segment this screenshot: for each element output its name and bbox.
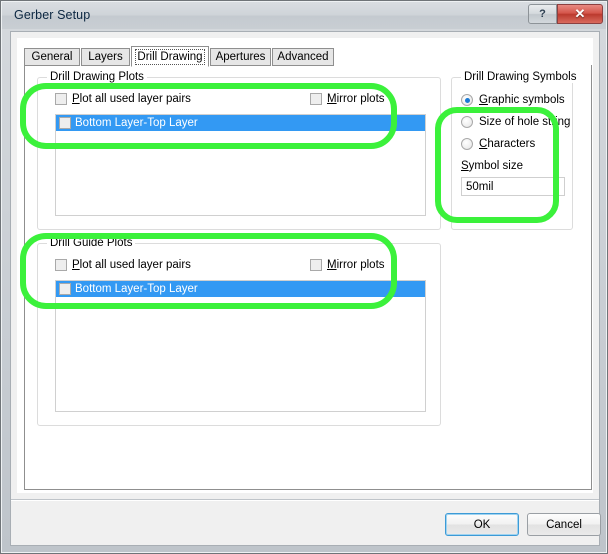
group-drill-guide-plots: Drill Guide Plots Plot all used layer pa…	[37, 237, 441, 426]
checkbox-mirror-plots-drawing[interactable]: Mirror plots	[310, 93, 385, 105]
tab-label: General	[31, 51, 73, 63]
window-title: Gerber Setup	[14, 8, 91, 22]
checkbox-label: Mirror plots	[327, 93, 385, 105]
radio-dot-icon[interactable]	[461, 94, 473, 106]
input-symbol-size[interactable]: 50mil	[461, 177, 565, 196]
group-label-drill-guide-plots: Drill Guide Plots	[47, 237, 136, 249]
checkbox-plot-all-used-layer-pairs-drawing[interactable]: Plot all used layer pairs	[55, 93, 191, 105]
tab-label: Advanced	[277, 51, 329, 63]
dialog-client-area: General Layers Drill Drawing Apertures A…	[10, 31, 601, 546]
group-drill-drawing-plots: Drill Drawing Plots Plot all used layer …	[37, 71, 441, 230]
tab-label: Layers	[88, 51, 123, 63]
checkbox-box[interactable]	[55, 93, 67, 105]
checkbox-mirror-plots-guide[interactable]: Mirror plots	[310, 259, 385, 271]
dialog-window: Gerber Setup ? ✕ General Layers Drill Dr…	[0, 0, 608, 554]
label-symbol-size: Symbol size	[461, 160, 523, 172]
tab-layers[interactable]: Layers	[81, 48, 130, 66]
radio-size-of-hole-string[interactable]: Size of hole string	[461, 116, 570, 128]
dialog-body: General Layers Drill Drawing Apertures A…	[17, 38, 593, 493]
ok-button[interactable]: OK	[445, 513, 519, 536]
listbox-drill-drawing-plots[interactable]: Bottom Layer-Top Layer	[55, 114, 426, 216]
listbox-drill-guide-plots[interactable]: Bottom Layer-Top Layer	[55, 280, 426, 412]
tab-label: Drill Drawing	[135, 48, 205, 65]
cancel-button[interactable]: Cancel	[527, 513, 601, 536]
radio-label: Size of hole string	[479, 116, 571, 128]
checkbox-box[interactable]	[310, 259, 322, 271]
list-item-label: Bottom Layer-Top Layer	[75, 117, 198, 129]
radio-dot-icon[interactable]	[461, 138, 473, 150]
tab-strip: General Layers Drill Drawing Apertures A…	[24, 46, 592, 67]
tab-advanced[interactable]: Advanced	[272, 48, 334, 66]
footer-divider-highlight	[11, 500, 599, 501]
radio-characters[interactable]: Characters	[461, 138, 535, 150]
help-icon[interactable]: ?	[528, 4, 557, 24]
checkbox-label: Mirror plots	[327, 259, 385, 271]
list-item-checkbox[interactable]	[59, 117, 71, 129]
radio-label: Characters	[479, 138, 536, 150]
radio-label: Graphic symbols	[479, 94, 565, 106]
close-icon[interactable]: ✕	[557, 4, 603, 24]
radio-graphic-symbols[interactable]: Graphic symbols	[461, 94, 565, 106]
checkbox-plot-all-used-layer-pairs-guide[interactable]: Plot all used layer pairs	[55, 259, 191, 271]
tab-label: Apertures	[215, 51, 266, 63]
tab-apertures[interactable]: Apertures	[210, 48, 271, 66]
group-label-drill-drawing-symbols: Drill Drawing Symbols	[461, 71, 580, 83]
group-label-drill-drawing-plots: Drill Drawing Plots	[47, 71, 147, 83]
list-item[interactable]: Bottom Layer-Top Layer	[56, 115, 425, 131]
list-item[interactable]: Bottom Layer-Top Layer	[56, 281, 425, 297]
checkbox-box[interactable]	[310, 93, 322, 105]
radio-dot-icon[interactable]	[461, 116, 473, 128]
window-controls: ? ✕	[528, 4, 603, 24]
checkbox-label: Plot all used layer pairs	[72, 93, 191, 105]
list-item-checkbox[interactable]	[59, 283, 71, 295]
group-drill-drawing-symbols: Drill Drawing Symbols Graphic symbols Si…	[451, 71, 580, 230]
checkbox-label: Plot all used layer pairs	[72, 259, 191, 271]
tab-drill-drawing[interactable]: Drill Drawing	[131, 46, 209, 67]
list-item-label: Bottom Layer-Top Layer	[75, 283, 198, 295]
title-bar: Gerber Setup ? ✕	[2, 2, 606, 29]
tab-general[interactable]: General	[24, 48, 80, 66]
checkbox-box[interactable]	[55, 259, 67, 271]
